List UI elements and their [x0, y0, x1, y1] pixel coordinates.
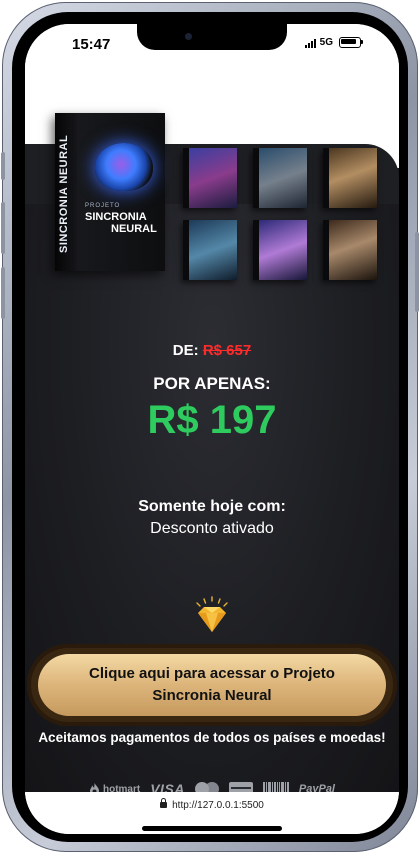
bonus-box: [253, 148, 307, 208]
brain-icon: [95, 143, 153, 191]
box-small-label: PROJETO: [85, 203, 121, 209]
diamond-icon: [196, 596, 228, 632]
home-indicator[interactable]: [142, 826, 282, 831]
cta-button-frame: Clique aqui para acessar o Projeto Sincr…: [27, 644, 397, 726]
url-display[interactable]: http://127.0.0.1:5500: [25, 798, 399, 811]
url-text: http://127.0.0.1:5500: [172, 800, 264, 811]
payment-info-text: Aceitamos pagamentos de todos os países …: [38, 730, 386, 745]
bonus-box: [183, 148, 237, 208]
old-price: R$ 657: [202, 342, 252, 359]
notch: [137, 24, 287, 50]
phone-frame: 15:47 5G SINCRONIA NEURAL PROJETO SINCRO…: [1, 2, 419, 852]
main-product-box: SINCRONIA NEURAL PROJETO SINCRONIA NEURA…: [55, 113, 165, 271]
volume-down-button: [1, 267, 5, 319]
browser-url-bar[interactable]: http://127.0.0.1:5500: [25, 792, 399, 834]
phone-screen: 15:47 5G SINCRONIA NEURAL PROJETO SINCRO…: [25, 24, 399, 834]
power-button: [415, 232, 419, 312]
cta-label: Clique aqui para acessar o Projeto Sincr…: [89, 665, 335, 704]
offer-subtitle: Desconto ativado: [150, 520, 274, 537]
box-spine: SINCRONIA NEURAL: [55, 113, 77, 271]
box-title-line2: NEURAL: [111, 223, 157, 235]
bonus-box: [183, 220, 237, 280]
from-label: DE:: [172, 342, 199, 359]
for-only-label: POR APENAS:: [153, 374, 271, 393]
bonus-box: [323, 220, 377, 280]
network-label: 5G: [319, 37, 333, 48]
box-title-line1: SINCRONIA: [85, 211, 147, 223]
offer-title: Somente hoje com:: [138, 498, 286, 515]
status-indicators: 5G: [304, 37, 363, 48]
product-bundle-image: SINCRONIA NEURAL PROJETO SINCRONIA NEURA…: [25, 68, 399, 298]
bonus-box: [253, 220, 307, 280]
sales-page: SINCRONIA NEURAL PROJETO SINCRONIA NEURA…: [25, 68, 399, 797]
battery-icon: [339, 37, 363, 48]
bonus-box: [323, 148, 377, 208]
camera-icon: [185, 33, 192, 40]
old-price-line: DE: R$ 657: [25, 342, 399, 359]
box-spine-text: SINCRONIA NEURAL: [58, 134, 70, 253]
silent-switch: [1, 152, 5, 180]
volume-up-button: [1, 202, 5, 254]
new-price: R$ 197: [147, 398, 277, 442]
status-time: 15:47: [72, 36, 111, 53]
access-project-button[interactable]: Clique aqui para acessar o Projeto Sincr…: [38, 654, 386, 716]
signal-icon: [304, 38, 316, 48]
lock-icon: [160, 798, 168, 808]
